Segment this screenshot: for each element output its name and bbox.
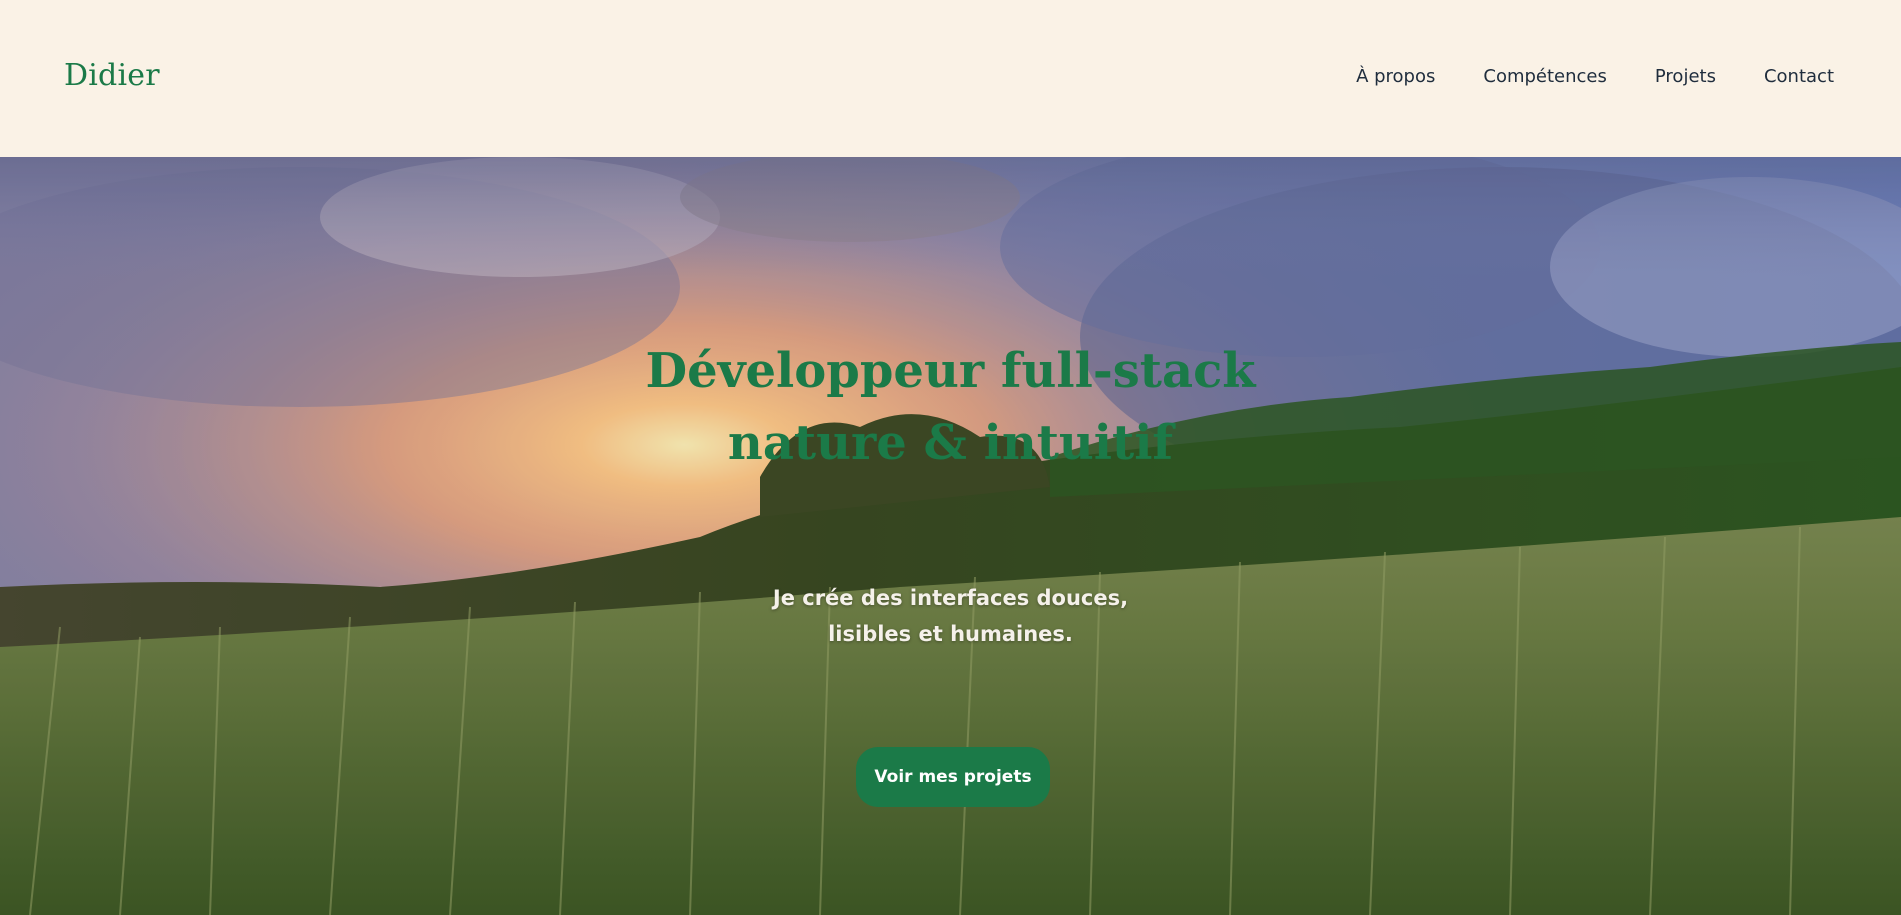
- view-projects-button[interactable]: Voir mes projets: [856, 747, 1050, 807]
- nav-link-contact[interactable]: Contact: [1764, 66, 1834, 87]
- hero-title: Développeur full-stack nature & intuitif: [0, 335, 1901, 479]
- main-nav: À propos Compétences Projets Contact: [1356, 66, 1834, 87]
- hero-title-line1: Développeur full-stack: [645, 343, 1256, 399]
- hero-subtitle: Je crée des interfaces douces, lisibles …: [0, 580, 1901, 652]
- hero-subtitle-line1: Je crée des interfaces douces,: [772, 586, 1129, 610]
- hero-subtitle-line2: lisibles et humaines.: [828, 622, 1073, 646]
- nav-link-skills[interactable]: Compétences: [1483, 66, 1607, 87]
- site-logo[interactable]: Didier: [64, 58, 160, 93]
- hero-title-line2: nature & intuitif: [727, 415, 1174, 471]
- hero-section: Développeur full-stack nature & intuitif…: [0, 157, 1901, 915]
- site-header: Didier À propos Compétences Projets Cont…: [0, 0, 1901, 157]
- nav-link-projects[interactable]: Projets: [1655, 66, 1716, 87]
- nav-link-about[interactable]: À propos: [1356, 66, 1435, 87]
